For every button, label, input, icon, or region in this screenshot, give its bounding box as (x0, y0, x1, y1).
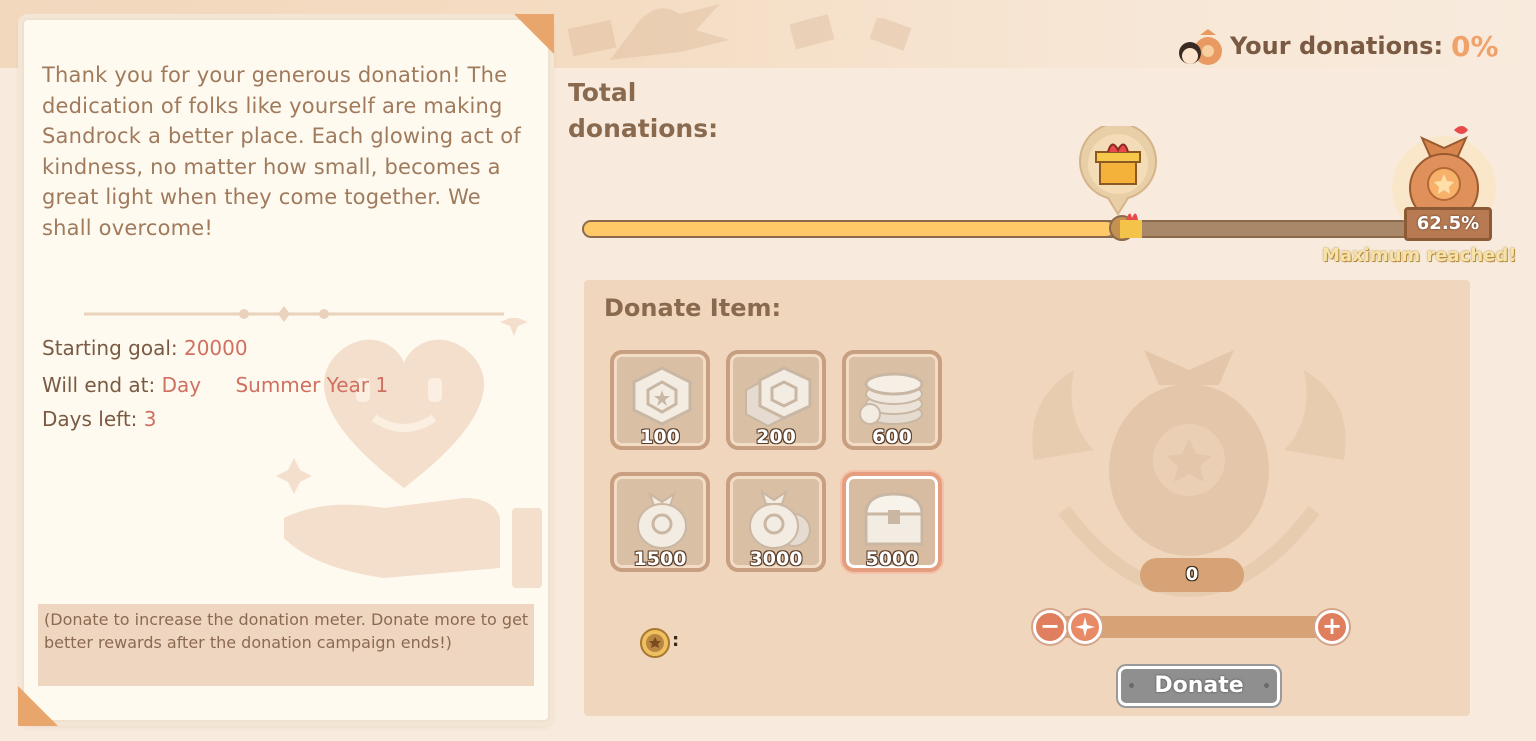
corner-ornament (18, 686, 58, 726)
donate-item-amount: 5000 (865, 548, 919, 570)
donate-item-1500[interactable]: 1500 (610, 472, 710, 572)
heart-hand-icon (276, 318, 542, 588)
quantity-slider-handle[interactable] (1068, 610, 1102, 644)
starting-goal-row: Starting goal: 20000 (42, 336, 248, 360)
end-date-label: Will end at: (42, 373, 156, 397)
total-donations-label: Total donations: (568, 78, 719, 143)
maximum-reached-label: Maximum reached! (1322, 245, 1517, 266)
button-ornament (1264, 683, 1269, 688)
donate-item-amount: 600 (872, 426, 912, 448)
donate-item-3000[interactable]: 3000 (726, 472, 826, 572)
days-left-value: 3 (143, 407, 157, 431)
envelope-deco-icon (870, 18, 912, 51)
corner-ornament (514, 14, 554, 54)
donate-item-amount: 100 (640, 426, 680, 448)
starting-goal-label: Starting goal: (42, 336, 178, 360)
coin-icon (632, 366, 692, 426)
coin-stack-icon (859, 372, 924, 425)
gift-reward-icon (1079, 126, 1157, 216)
currency-coin-icon (640, 628, 670, 658)
money-bag-icon (637, 491, 687, 549)
thank-you-message: Thank you for your generous donation! Th… (42, 63, 521, 240)
progress-marker-icon (1109, 213, 1142, 241)
days-left-row: Days left: 3 (42, 407, 157, 431)
your-donations-value: 0% (1451, 29, 1499, 63)
button-ornament (1129, 683, 1134, 688)
donate-item-600[interactable]: 600 (842, 350, 942, 450)
player-money-bag-icon (1179, 29, 1222, 65)
bird-deco-icon (610, 4, 730, 60)
money-bags-icon (749, 489, 811, 549)
donate-item-title: Donate Item: (604, 294, 782, 322)
donate-button[interactable]: Donate (1118, 666, 1280, 706)
donate-button-label: Donate (1154, 673, 1244, 698)
donate-item-amount: 1500 (633, 548, 687, 570)
donate-panel: Donate Item: 100 200 600 1500 3000 5000 … (584, 280, 1470, 716)
donate-item-5000[interactable]: 5000 (842, 472, 942, 572)
your-donations: Your donations: 0% (1176, 24, 1499, 68)
coins-icon (745, 366, 812, 428)
currency-separator: : (672, 630, 680, 651)
your-donations-label: Your donations: (1230, 32, 1444, 60)
notice-panel: Thank you for your generous donation! Th… (18, 14, 554, 726)
treasure-chest-icon (864, 492, 924, 546)
end-day-value: Day (161, 373, 202, 397)
end-date-row: Will end at: Day Summer Year 1 (42, 373, 388, 397)
donation-progress-bar (582, 220, 1412, 238)
donate-item-100[interactable]: 100 (610, 350, 710, 450)
starting-goal-value: 20000 (183, 336, 248, 360)
donate-item-200[interactable]: 200 (726, 350, 826, 450)
donate-item-amount: 200 (756, 426, 796, 448)
sparkle-icon (1075, 617, 1095, 637)
days-left-label: Days left: (42, 407, 138, 431)
donation-hint: (Donate to increase the donation meter. … (38, 604, 534, 686)
progress-percent: 62.5% (1404, 207, 1492, 241)
decrease-quantity-button[interactable]: − (1033, 610, 1067, 644)
increase-quantity-button[interactable]: + (1315, 610, 1349, 644)
envelope-deco-icon (790, 14, 835, 50)
donate-item-amount: 3000 (749, 548, 803, 570)
donation-progress-fill (584, 222, 1113, 236)
envelope-deco-icon (568, 20, 617, 56)
donate-quantity: 0 (1140, 558, 1244, 592)
end-season-value: Summer Year 1 (235, 373, 389, 397)
